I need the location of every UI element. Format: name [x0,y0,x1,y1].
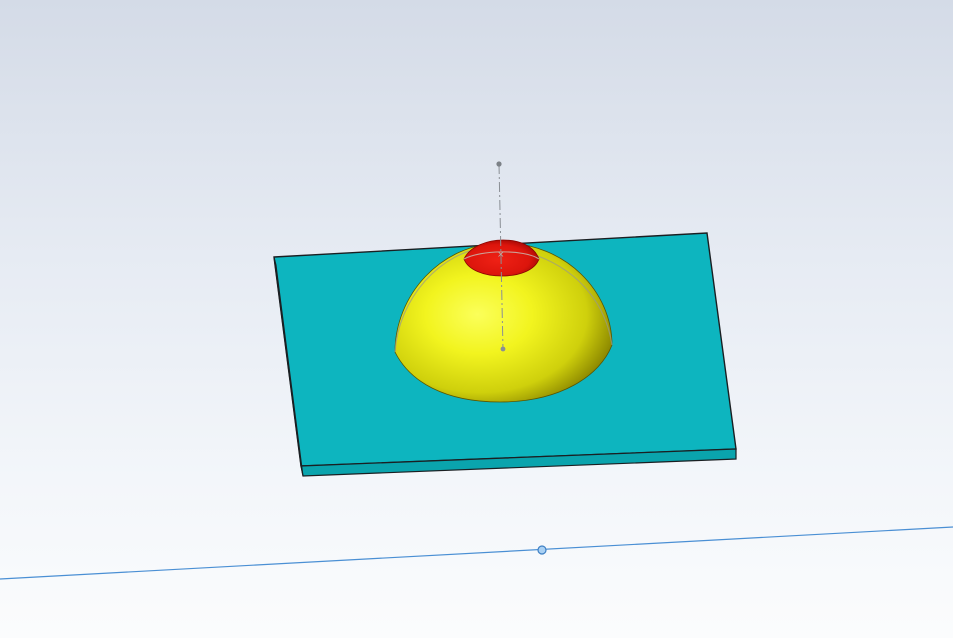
3d-scene[interactable]: × [0,0,953,638]
graphics-viewport[interactable]: × [0,0,953,638]
axis-center-point[interactable] [500,346,506,352]
axis-end-point[interactable] [496,161,502,167]
ground-plane-line[interactable] [0,526,953,580]
axis-cross-marker: × [497,250,505,260]
ground-line[interactable] [0,526,953,580]
ground-line-handle[interactable] [537,545,547,555]
